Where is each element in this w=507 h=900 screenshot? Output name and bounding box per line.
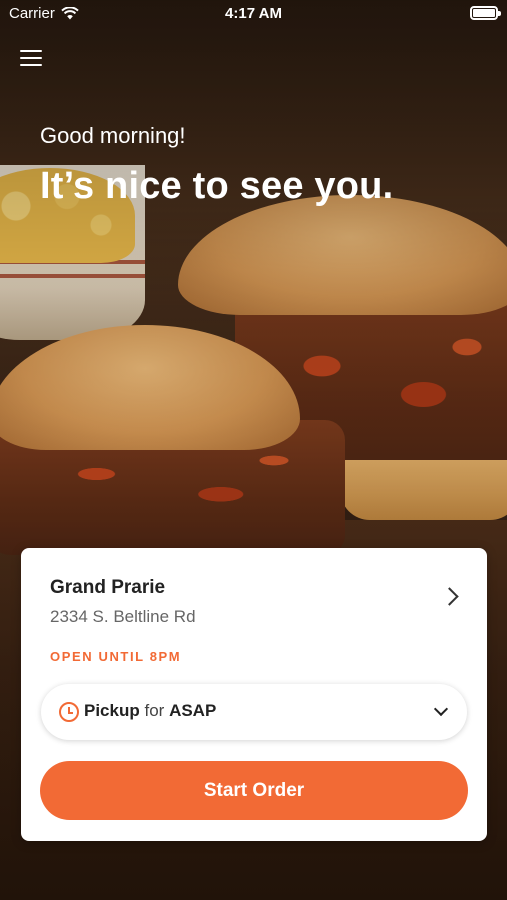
status-bar: Carrier 4:17 AM xyxy=(0,0,507,28)
chevron-right-icon[interactable] xyxy=(443,590,457,604)
store-address: 2334 S. Beltline Rd xyxy=(50,607,196,626)
clock-time: 4:17 AM xyxy=(225,5,282,22)
start-order-button[interactable]: Start Order xyxy=(40,761,468,820)
order-mode-selector[interactable]: Pickup for ASAP xyxy=(41,684,467,740)
store-name[interactable]: Grand Prarie xyxy=(50,577,165,599)
greeting-text: Good morning! xyxy=(40,123,186,148)
location-card: Grand Prarie 2334 S. Beltline Rd OPEN UN… xyxy=(21,548,487,841)
battery-icon xyxy=(470,6,501,20)
order-mode-connector: for xyxy=(144,701,165,720)
headline-text: It’s nice to see you. xyxy=(40,165,394,207)
menu-icon[interactable] xyxy=(20,50,42,68)
order-mode-label: Pickup xyxy=(84,701,140,720)
order-time-label: ASAP xyxy=(169,701,217,720)
chevron-down-icon xyxy=(435,704,447,716)
store-hours: OPEN UNTIL 8PM xyxy=(50,649,182,664)
order-mode-text: Pickup for ASAP xyxy=(84,701,216,721)
clock-icon xyxy=(59,702,79,722)
